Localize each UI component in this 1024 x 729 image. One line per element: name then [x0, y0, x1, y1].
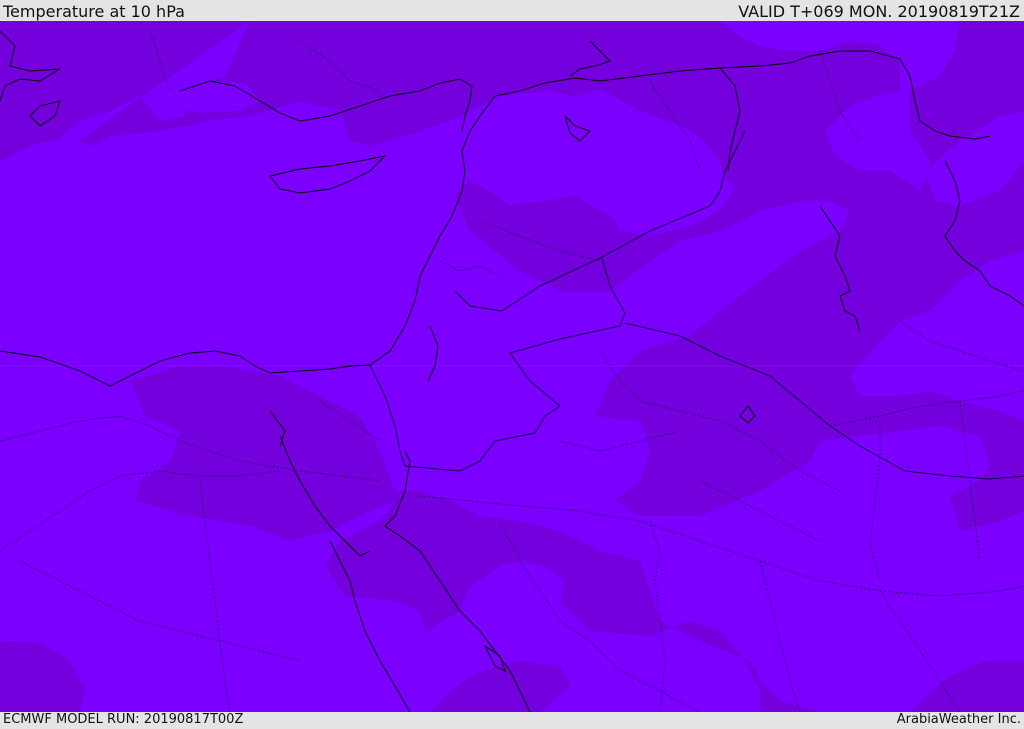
- model-run-label: ECMWF MODEL RUN: 20190817T00Z: [3, 712, 244, 727]
- map-canvas: [0, 21, 1024, 712]
- temperature-map[interactable]: [0, 21, 1024, 712]
- footer-bar: ECMWF MODEL RUN: 20190817T00Z ArabiaWeat…: [0, 712, 1024, 729]
- header-bar: Temperature at 10 hPa VALID T+069 MON. 2…: [0, 0, 1024, 21]
- credit-label: ArabiaWeather Inc.: [896, 712, 1021, 727]
- valid-time: VALID T+069 MON. 20190819T21Z: [738, 2, 1020, 21]
- map-title: Temperature at 10 hPa: [3, 2, 185, 21]
